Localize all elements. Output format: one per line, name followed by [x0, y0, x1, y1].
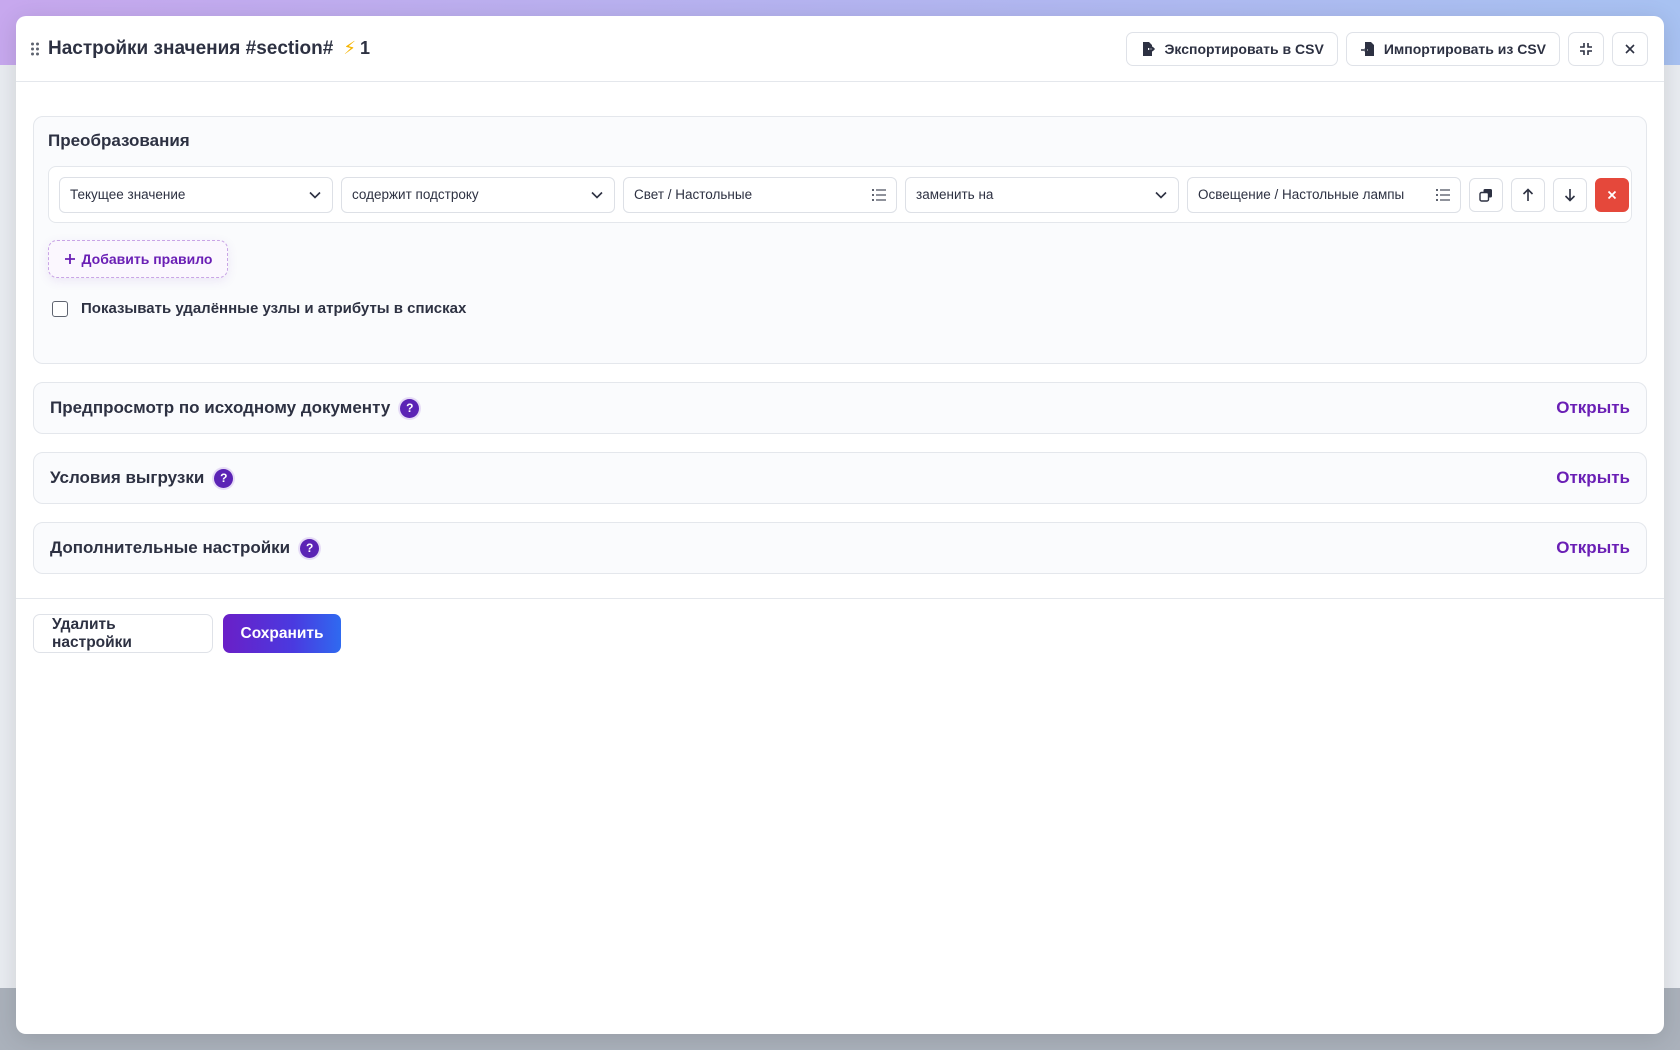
collapse-button[interactable]	[1568, 31, 1604, 66]
show-deleted-label[interactable]: Показывать удалённые узлы и атрибуты в с…	[81, 300, 466, 317]
plus-icon	[64, 254, 75, 264]
preview-section-title: Предпросмотр по исходному документу	[50, 398, 391, 417]
show-deleted-checkbox[interactable]	[52, 300, 68, 317]
close-icon	[1625, 43, 1635, 54]
collapse-icon	[1580, 42, 1592, 55]
delete-settings-button[interactable]: Удалить настройки	[33, 614, 213, 653]
arrow-down-icon	[1564, 188, 1576, 202]
import-csv-button[interactable]: Импортировать из CSV	[1345, 31, 1560, 66]
save-button[interactable]: Сохранить	[223, 614, 341, 653]
rule-count: 1	[359, 38, 370, 58]
source-select[interactable]: Текущее значение	[59, 176, 333, 213]
chevron-down-icon	[1155, 191, 1167, 199]
close-button[interactable]	[1612, 31, 1648, 66]
condition-value: содержит подстроку	[352, 187, 479, 202]
transformations-card: Преобразования Текущее значение содержит…	[33, 116, 1647, 364]
match-value-input[interactable]: Свет / Настольные	[623, 176, 897, 213]
modal-footer: Удалить настройки Сохранить	[16, 598, 1664, 668]
replace-value-input[interactable]: Освещение / Настольные лампы	[1187, 176, 1461, 213]
add-rule-button[interactable]: Добавить правило	[48, 240, 228, 278]
help-icon[interactable]: ?	[400, 398, 420, 418]
drag-handle-icon[interactable]	[30, 42, 40, 56]
source-value: Текущее значение	[70, 187, 186, 202]
rule-row: Текущее значение содержит подстроку Свет…	[48, 166, 1632, 223]
modal-header: Настройки значения #section# ⚡ 1 Экспорт…	[16, 16, 1664, 82]
export-csv-label: Экспортировать в CSV	[1164, 40, 1324, 57]
export-conditions-title: Условия выгрузки	[50, 468, 205, 487]
copy-rule-button[interactable]	[1469, 177, 1503, 212]
action-value: заменить на	[916, 187, 994, 202]
export-conditions-open-link[interactable]: Открыть	[1556, 468, 1630, 488]
export-conditions-section: Условия выгрузки ? Открыть	[33, 452, 1647, 504]
header-actions: Экспортировать в CSV Импортировать из CS…	[1126, 31, 1648, 66]
delete-icon	[1607, 190, 1617, 199]
action-select[interactable]: заменить на	[905, 176, 1179, 213]
list-icon[interactable]	[872, 188, 886, 201]
delete-rule-button[interactable]	[1595, 177, 1629, 212]
preview-open-link[interactable]: Открыть	[1556, 398, 1630, 418]
bolt-icon: ⚡	[343, 38, 356, 58]
additional-settings-title: Дополнительные настройки	[50, 538, 291, 557]
file-export-icon	[1143, 41, 1156, 56]
help-icon[interactable]: ?	[300, 538, 320, 558]
import-csv-label: Импортировать из CSV	[1383, 40, 1546, 57]
show-deleted-row: Показывать удалённые узлы и атрибуты в с…	[48, 300, 1632, 317]
list-icon[interactable]	[1436, 188, 1450, 201]
value-settings-modal: Настройки значения #section# ⚡ 1 Экспорт…	[16, 16, 1664, 1034]
copy-icon	[1479, 188, 1492, 202]
file-import-icon	[1360, 41, 1374, 56]
help-icon[interactable]: ?	[214, 468, 234, 488]
condition-select[interactable]: содержит подстроку	[341, 176, 615, 213]
add-rule-label: Добавить правило	[81, 251, 213, 267]
preview-section: Предпросмотр по исходному документу ? От…	[33, 382, 1647, 434]
arrow-up-icon	[1522, 187, 1534, 201]
move-up-button[interactable]	[1511, 177, 1545, 212]
modal-title: Настройки значения #section#	[48, 37, 334, 59]
chevron-down-icon	[309, 191, 321, 199]
chevron-down-icon	[591, 191, 603, 199]
move-down-button[interactable]	[1553, 177, 1587, 212]
transformations-title: Преобразования	[48, 131, 190, 150]
replace-value: Освещение / Настольные лампы	[1198, 187, 1405, 202]
match-value: Свет / Настольные	[634, 187, 753, 202]
modal-body: Преобразования Текущее значение содержит…	[16, 82, 1664, 574]
additional-settings-open-link[interactable]: Открыть	[1556, 538, 1630, 558]
export-csv-button[interactable]: Экспортировать в CSV	[1126, 31, 1338, 66]
additional-settings-section: Дополнительные настройки ? Открыть	[33, 522, 1647, 574]
